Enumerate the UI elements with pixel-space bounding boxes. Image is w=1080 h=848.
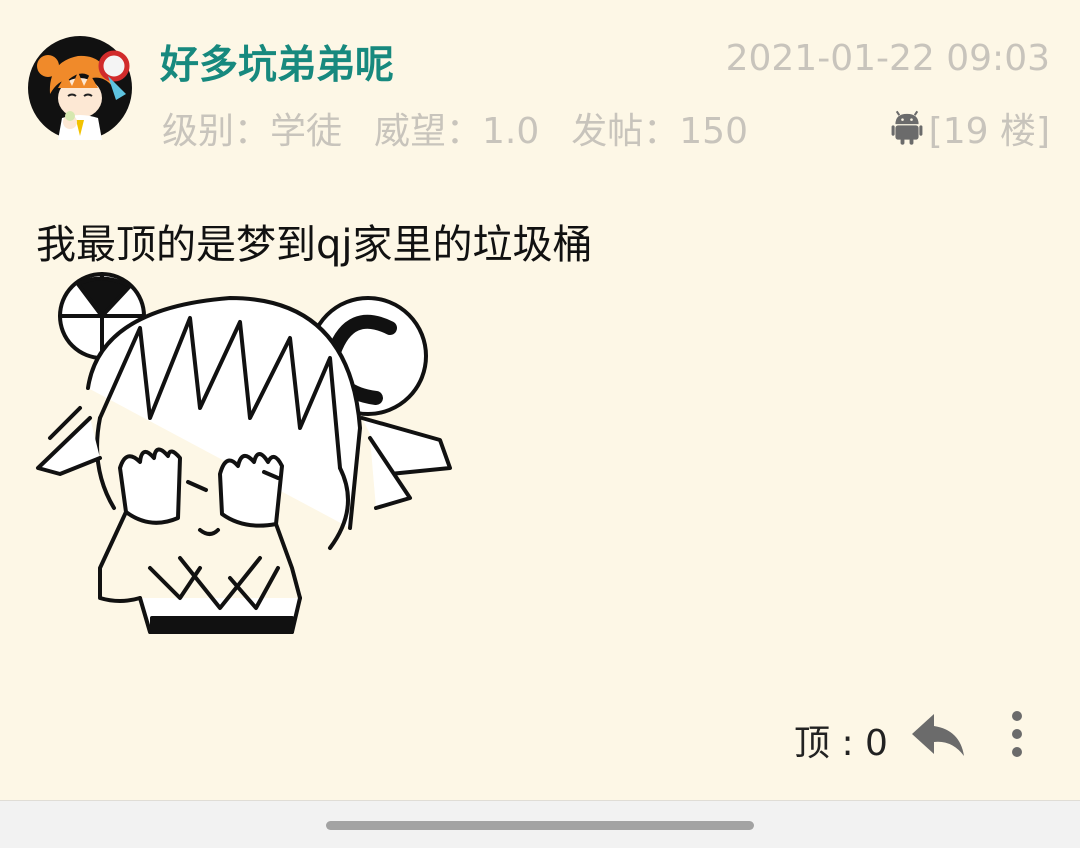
sticker-image[interactable] [30, 268, 460, 638]
post-actions: 顶 : 0 [0, 700, 1080, 770]
user-post-count: 发帖：150 [571, 111, 748, 152]
floor-number: [19 楼] [928, 111, 1050, 152]
more-options-icon[interactable] [1002, 710, 1032, 762]
post-card: 好多坑弟弟呢 2021-01-22 09:03 级别：学徒 威望：1.0 发帖：15… [0, 0, 1080, 800]
user-meta: 级别：学徒 威望：1.0 发帖：150 [162, 102, 748, 154]
post-timestamp: 2021-01-22 09:03 [725, 38, 1050, 79]
post-content-text: 我最顶的是梦到qj家里的垃圾桶 [36, 222, 593, 268]
username[interactable]: 好多坑弟弟呢 [160, 34, 394, 90]
user-level: 级别：学徒 [162, 111, 343, 152]
system-navigation-bar [0, 800, 1080, 848]
android-icon [891, 110, 923, 145]
user-avatar[interactable] [28, 36, 132, 140]
user-prestige: 威望：1.0 [374, 111, 540, 152]
reply-icon[interactable] [908, 710, 968, 760]
home-indicator[interactable] [326, 821, 754, 830]
upvote-button[interactable]: 顶 : 0 [794, 714, 888, 766]
floor-info: [19 楼] [891, 102, 1050, 154]
